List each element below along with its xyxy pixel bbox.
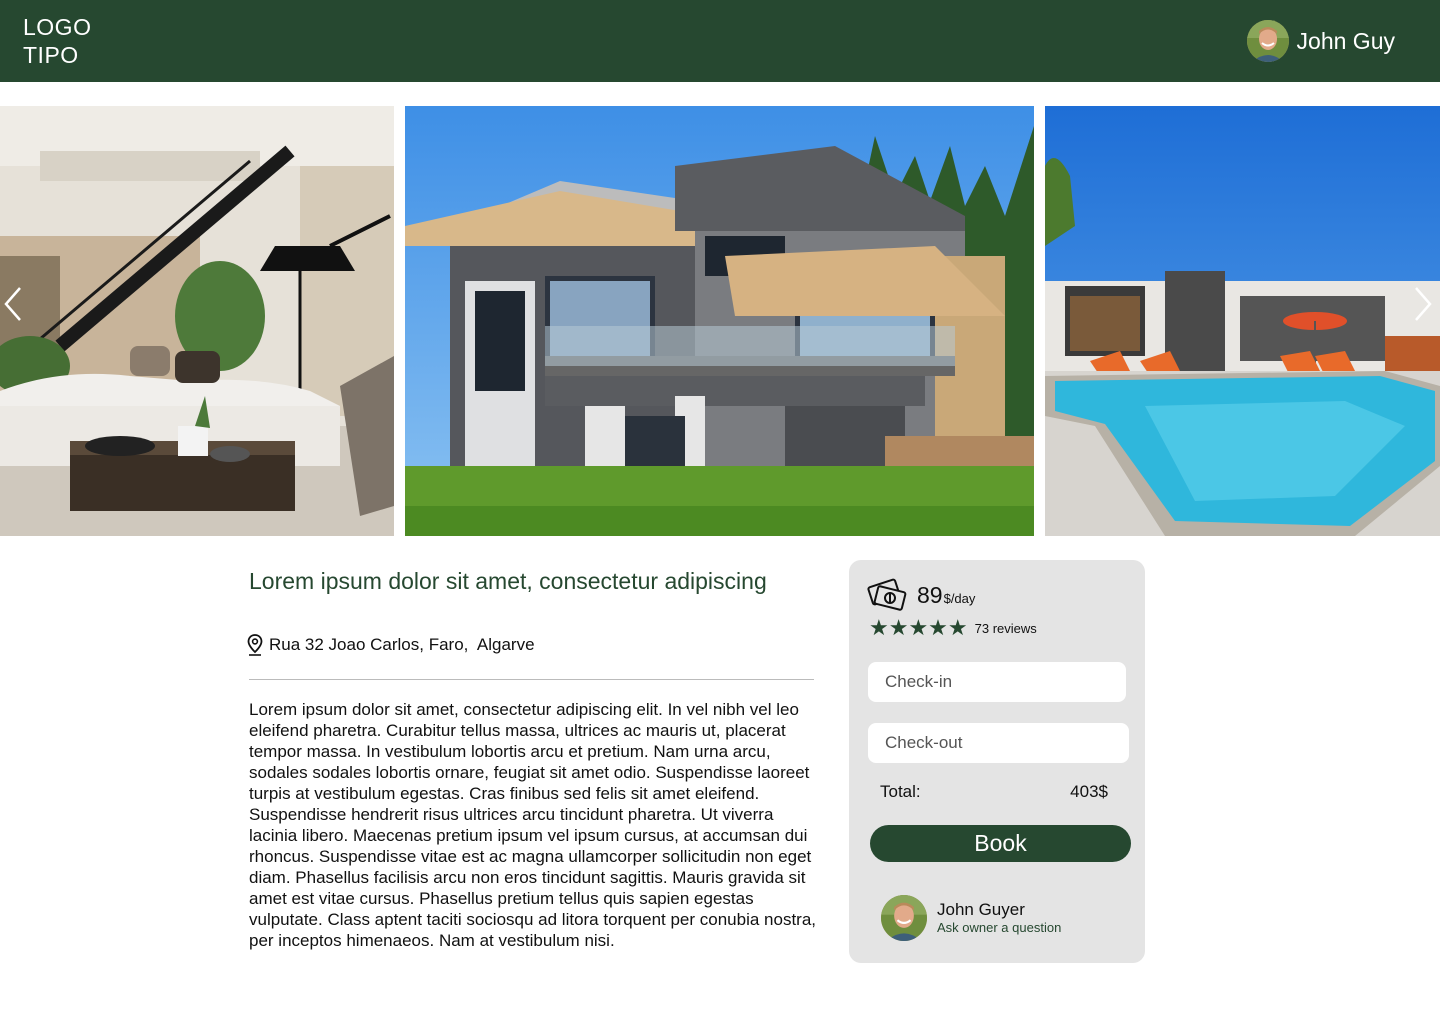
rating-row: ★★★★★ 73 reviews: [869, 617, 1037, 639]
check-out-input[interactable]: [868, 723, 1129, 763]
price-row: 89$/day: [867, 578, 975, 612]
photo-gallery: [0, 106, 1440, 536]
user-name: John Guy: [1296, 27, 1395, 54]
listing-description: Lorem ipsum dolor sit amet, consectetur …: [249, 700, 817, 950]
logo-line-2: TIPO: [23, 42, 79, 68]
listing-title: Lorem ipsum dolor sit amet, consectetur …: [249, 568, 767, 594]
check-in-input[interactable]: [868, 662, 1126, 702]
user-menu[interactable]: John Guy: [1246, 20, 1395, 62]
top-header: LOGO TIPO John Guy: [0, 0, 1440, 82]
owner-name: John Guyer: [937, 900, 1025, 919]
price-unit: $/day: [943, 591, 976, 606]
logo-line-1: LOGO: [23, 14, 92, 40]
ask-owner-link[interactable]: Ask owner a question: [937, 920, 1061, 936]
total-value: 403$: [1070, 782, 1108, 801]
chevron-left-icon[interactable]: [0, 284, 24, 324]
location-pin-icon: [247, 634, 263, 656]
divider: [249, 679, 814, 680]
pool-photo[interactable]: [1045, 106, 1440, 536]
listing-address: Rua 32 Joao Carlos, Faro, Algarve: [247, 634, 535, 656]
book-button[interactable]: Book: [870, 825, 1131, 862]
price-value: 89: [917, 582, 943, 608]
logo[interactable]: LOGO TIPO: [23, 13, 91, 69]
user-avatar: [1246, 20, 1289, 62]
address-text: Rua 32 Joao Carlos, Faro, Algarve: [269, 635, 535, 654]
living-room-photo[interactable]: [0, 106, 394, 536]
chevron-right-icon[interactable]: [1412, 284, 1436, 324]
price: 89$/day: [917, 582, 975, 612]
money-icon: [867, 578, 907, 611]
owner-contact: John Guyer Ask owner a question: [881, 895, 1061, 941]
owner-info: John Guyer Ask owner a question: [937, 900, 1061, 936]
owner-avatar: [881, 895, 927, 941]
booking-card: 89$/day ★★★★★ 73 reviews Total: 403$ Boo…: [849, 560, 1145, 963]
total-label: Total:: [880, 782, 921, 801]
reviews-link[interactable]: 73 reviews: [975, 621, 1037, 636]
star-rating: ★★★★★: [869, 615, 968, 640]
house-exterior-photo[interactable]: [405, 106, 1034, 536]
